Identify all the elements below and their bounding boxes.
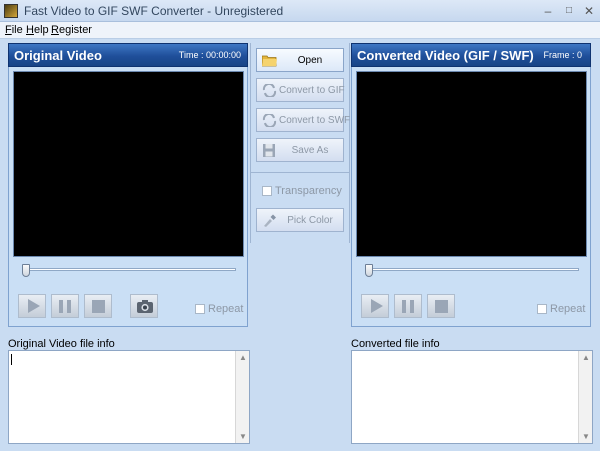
original-seek-track[interactable] xyxy=(22,268,236,271)
open-button[interactable]: Open xyxy=(256,48,344,72)
convert-to-swf-button[interactable]: Convert to SWF xyxy=(256,108,351,132)
scroll-down-icon[interactable]: ▼ xyxy=(236,430,250,443)
play-icon xyxy=(28,299,40,313)
converted-repeat-checkbox[interactable] xyxy=(537,304,547,314)
menu-register[interactable]: Register xyxy=(51,24,92,36)
menu-help[interactable]: Help xyxy=(26,24,49,36)
original-info-box[interactable]: ▲ ▼ xyxy=(8,350,250,444)
converted-video-screen xyxy=(356,71,587,257)
close-icon[interactable]: ✕ xyxy=(581,3,597,19)
pause-icon xyxy=(402,300,414,313)
scroll-up-icon[interactable]: ▲ xyxy=(579,351,593,364)
pick-color-label: Pick Color xyxy=(287,215,333,226)
stop-icon xyxy=(92,300,105,313)
minimize-icon[interactable]: – xyxy=(540,3,556,19)
snapshot-button[interactable] xyxy=(130,294,158,318)
converted-pause-button[interactable] xyxy=(394,294,422,318)
floppy-icon xyxy=(263,144,275,157)
save-as-label: Save As xyxy=(291,145,329,156)
convert-to-swf-label: Convert to SWF xyxy=(279,115,351,126)
converted-info-label: Converted file info xyxy=(351,338,440,350)
convert-to-gif-label: Convert to GIF xyxy=(279,85,345,96)
scroll-up-icon[interactable]: ▲ xyxy=(236,351,250,364)
stop-icon xyxy=(435,300,448,313)
time-readout: Time : 00:00:00 xyxy=(178,50,241,60)
original-video-screen xyxy=(13,71,244,257)
convert-icon xyxy=(262,84,277,97)
transparency-label: Transparency xyxy=(275,185,342,197)
save-as-button[interactable]: Save As xyxy=(256,138,344,162)
window-title: Fast Video to GIF SWF Converter - Unregi… xyxy=(24,4,284,18)
app-icon xyxy=(4,4,18,18)
pause-icon xyxy=(59,300,71,313)
original-video-title: Original Video xyxy=(14,48,102,63)
converted-repeat-label: Repeat xyxy=(550,303,586,315)
converted-seek-thumb[interactable] xyxy=(365,264,373,277)
original-repeat-label: Repeat xyxy=(208,303,244,315)
frame-readout: Frame : 0 xyxy=(543,50,582,60)
folder-icon xyxy=(262,55,277,67)
original-video-header: Original Video Time : 00:00:00 xyxy=(8,43,248,67)
converted-info-scrollbar[interactable]: ▲ ▼ xyxy=(578,351,592,443)
maximize-icon[interactable]: □ xyxy=(561,3,577,19)
original-repeat-checkbox[interactable] xyxy=(195,304,205,314)
converted-seek-track[interactable] xyxy=(365,268,579,271)
original-stop-button[interactable] xyxy=(84,294,112,318)
eyedropper-icon xyxy=(264,214,276,227)
convert-icon xyxy=(262,114,277,127)
original-info-label: Original Video file info xyxy=(8,338,115,350)
text-caret xyxy=(11,354,12,365)
transparency-checkbox[interactable] xyxy=(262,186,272,196)
original-seek-thumb[interactable] xyxy=(22,264,30,277)
convert-to-gif-button[interactable]: Convert to GIF xyxy=(256,78,345,102)
original-info-scrollbar[interactable]: ▲ ▼ xyxy=(235,351,249,443)
converted-play-button[interactable] xyxy=(361,294,389,318)
camera-icon xyxy=(137,300,153,313)
play-icon xyxy=(371,299,383,313)
converted-info-box[interactable]: ▲ ▼ xyxy=(351,350,593,444)
center-divider xyxy=(251,172,350,173)
converted-stop-button[interactable] xyxy=(427,294,455,318)
converted-video-title: Converted Video (GIF / SWF) xyxy=(357,48,534,63)
original-play-button[interactable] xyxy=(18,294,46,318)
open-label: Open xyxy=(297,55,323,66)
pick-color-button[interactable]: Pick Color xyxy=(256,208,344,232)
original-pause-button[interactable] xyxy=(51,294,79,318)
menu-file[interactable]: File xyxy=(5,24,23,36)
converted-video-header: Converted Video (GIF / SWF) Frame : 0 xyxy=(351,43,591,67)
scroll-down-icon[interactable]: ▼ xyxy=(579,430,593,443)
